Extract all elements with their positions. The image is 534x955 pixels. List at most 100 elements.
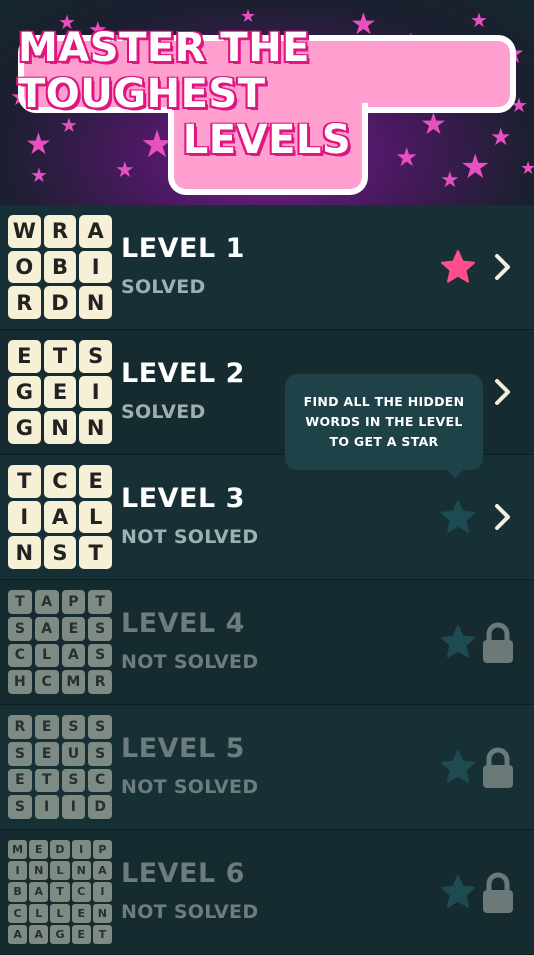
level-title: LEVEL 1 [121, 233, 245, 264]
letter-grid-preview: WRAOBIRDN [8, 215, 112, 319]
letter-tile: E [8, 340, 41, 373]
letter-tile: N [43, 411, 77, 444]
letter-tile: I [8, 500, 41, 534]
letter-tile: N [71, 861, 91, 881]
letter-tile: R [43, 215, 77, 248]
headline-line-1: MASTER THE TOUGHEST [18, 25, 310, 117]
level-status: NOT SOLVED [121, 526, 259, 548]
letter-tile: W [8, 215, 41, 248]
star-empty-icon [441, 750, 475, 783]
letter-tile: C [88, 768, 112, 793]
level-status: SOLVED [121, 276, 206, 298]
letter-tile: H [8, 670, 32, 694]
letter-tile: N [8, 536, 41, 569]
level-title: LEVEL 5 [121, 733, 245, 764]
decorative-star-icon: ★ [520, 158, 534, 179]
letter-tile: T [43, 340, 77, 373]
letter-tile: I [8, 861, 28, 881]
letter-tile: A [79, 215, 112, 248]
level-title: LEVEL 6 [121, 858, 245, 889]
letter-tile: A [92, 861, 112, 881]
letter-tile: G [8, 375, 41, 409]
letter-tile: L [50, 861, 70, 881]
letter-tile: E [29, 840, 49, 860]
letter-tile: D [43, 286, 77, 319]
letter-grid-preview: TCEIALNST [8, 465, 112, 569]
letter-tile: S [79, 340, 112, 373]
letter-grid-preview: RESSSEUSETSCSIID [8, 715, 112, 819]
letter-tile: A [29, 924, 49, 944]
decorative-star-icon: ★ [240, 6, 257, 27]
letter-tile: E [43, 375, 77, 409]
letter-tile: U [61, 741, 86, 766]
letter-tile: P [92, 840, 112, 860]
letter-tile: I [34, 795, 59, 819]
level-status: NOT SOLVED [121, 651, 259, 673]
letter-tile: S [88, 616, 112, 641]
letter-tile: S [8, 741, 32, 766]
letter-tile: G [50, 924, 70, 944]
letter-tile: I [61, 795, 86, 819]
letter-tile: P [61, 590, 86, 614]
letter-tile: S [61, 768, 86, 793]
letter-tile: A [43, 500, 77, 534]
letter-tile: I [79, 250, 112, 284]
letter-tile: N [29, 861, 49, 881]
level-status: SOLVED [121, 401, 206, 423]
letter-tile: R [88, 670, 112, 694]
chevron-right-icon[interactable] [492, 378, 514, 406]
letter-grid-preview: TAPTSAESCLASHCMR [8, 590, 112, 694]
letter-tile: S [8, 795, 32, 819]
level-title: LEVEL 3 [121, 483, 245, 514]
letter-tile: E [71, 903, 91, 923]
chevron-right-icon[interactable] [492, 503, 514, 531]
lock-icon [483, 622, 513, 663]
letter-grid-preview: MEDIPINLNABATCICLLENAAGET [8, 840, 112, 944]
letter-tile: I [71, 840, 91, 860]
letter-tile: T [79, 536, 112, 569]
letter-tile: M [8, 840, 28, 860]
letter-tile: R [8, 715, 32, 739]
letter-tile: T [88, 590, 112, 614]
letter-tile: T [34, 768, 59, 793]
letter-tile: L [79, 500, 112, 534]
letter-tile: I [79, 375, 112, 409]
level-row-1[interactable]: W R A O B I R D N LEVEL 1 SOLVED [0, 205, 534, 330]
letter-tile: E [71, 924, 91, 944]
letter-tile: S [43, 536, 77, 569]
letter-tile: N [92, 903, 112, 923]
letter-tile: O [8, 250, 41, 284]
letter-tile: C [34, 670, 59, 694]
level-row-5: R E S S S E U S E T S C S I I D LEVEL 5 NOT SOLVED [0, 705, 534, 830]
letter-tile: N [79, 286, 112, 319]
letter-tile: S [88, 643, 112, 668]
letter-tile: A [34, 590, 59, 614]
decorative-star-icon: ★ [30, 163, 48, 187]
letter-tile: C [8, 643, 32, 668]
headline: MASTER THE TOUGHEST LEVELS [18, 25, 516, 195]
letter-tile: C [8, 903, 28, 923]
letter-tile: D [50, 840, 70, 860]
decorative-star-icon: ★ [115, 158, 135, 183]
letter-tile: C [43, 465, 77, 498]
letter-tile: T [8, 590, 32, 614]
letter-tile: L [50, 903, 70, 923]
level-status: NOT SOLVED [121, 901, 259, 923]
decorative-star-icon: ★ [460, 147, 491, 187]
star-empty-icon [441, 875, 475, 908]
star-empty-icon [441, 625, 475, 658]
letter-tile: E [34, 715, 59, 739]
level-list: W R A O B I R D N LEVEL 1 SOLVED E T S G E I G N N LEVEL 2 SO… [0, 205, 534, 955]
level-status: NOT SOLVED [121, 776, 259, 798]
letter-tile: E [8, 768, 32, 793]
letter-tile: N [79, 411, 112, 444]
letter-tile: A [8, 924, 28, 944]
letter-tile: T [92, 924, 112, 944]
letter-tile: E [61, 616, 86, 641]
level-title: LEVEL 4 [121, 608, 245, 639]
letter-tile: C [71, 882, 91, 902]
chevron-right-icon[interactable] [492, 253, 514, 281]
letter-tile: L [34, 643, 59, 668]
letter-tile: L [29, 903, 49, 923]
letter-grid-preview: ETSGEIGNN [8, 340, 112, 444]
